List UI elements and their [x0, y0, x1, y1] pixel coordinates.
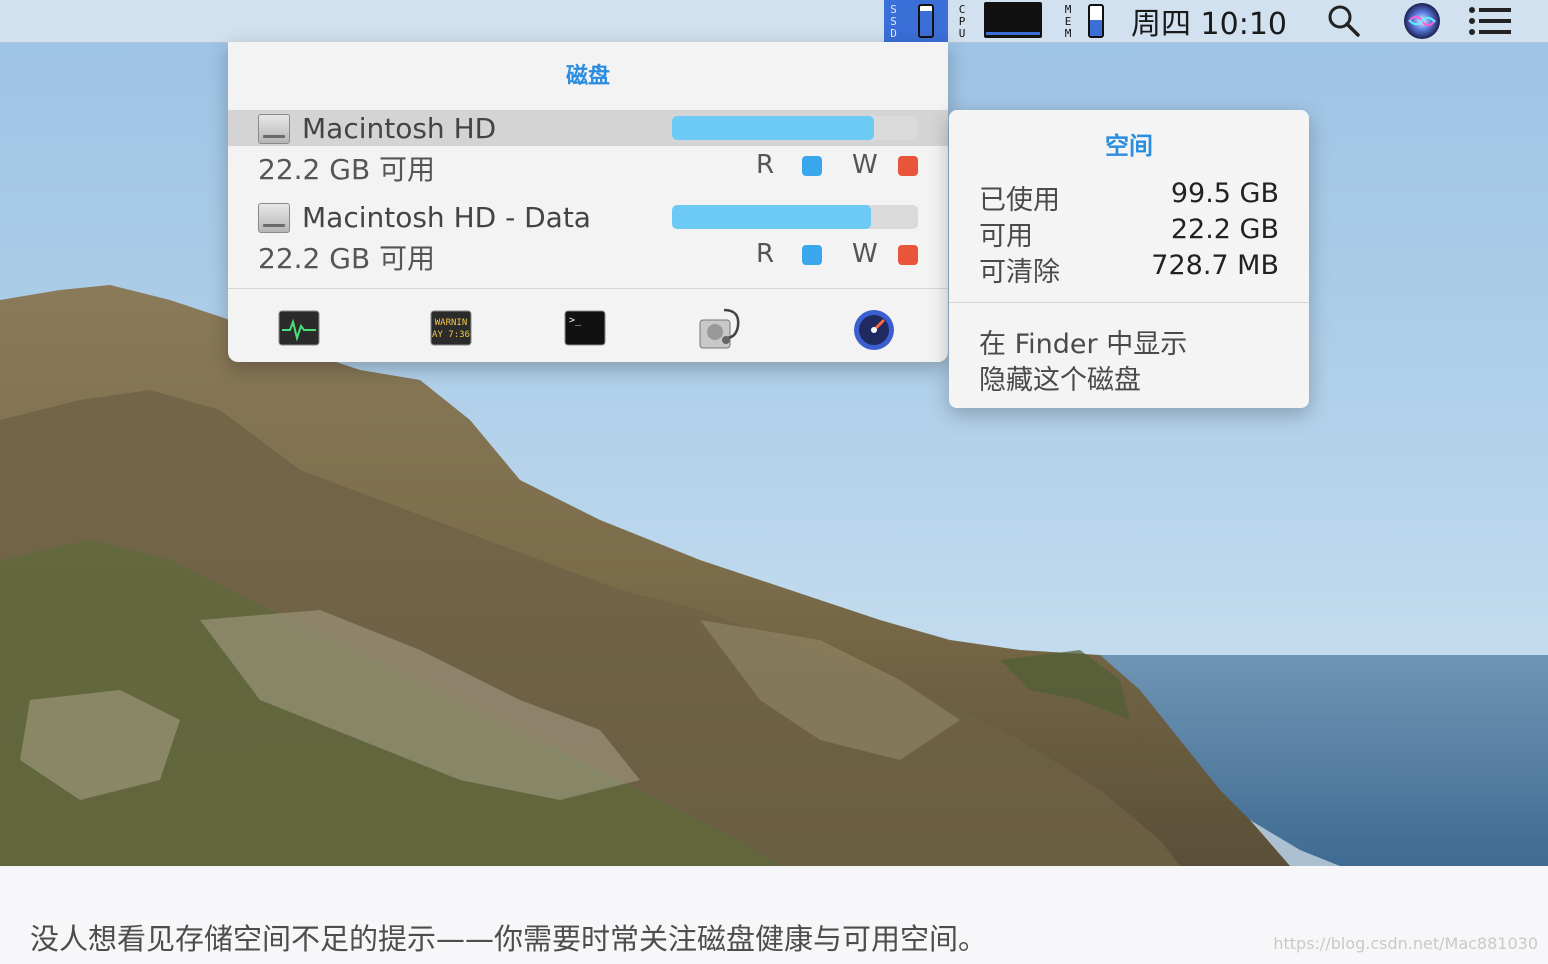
ssd-status-item[interactable]: SSD [884, 0, 948, 42]
disk-name: Macintosh HD - Data [302, 201, 591, 234]
read-label: R [756, 239, 775, 269]
submenu-title: 空间 [1105, 132, 1153, 160]
stat-label: 已使用 [979, 185, 1060, 216]
caption-text: 没人想看见存储空间不足的提示——你需要时常关注磁盘健康与可用空间。 [30, 922, 988, 956]
disk-row[interactable]: Macintosh HD - Data 22.2 GB 可用 R W [228, 199, 948, 289]
caption-area: 没人想看见存储空间不足的提示——你需要时常关注磁盘健康与可用空间。 https:… [0, 866, 1548, 964]
activity-monitor-icon[interactable] [278, 310, 320, 346]
stat-value: 728.7 MB [1151, 250, 1279, 281]
disk-free-space: 22.2 GB 可用 [258, 153, 436, 186]
disk-popover: 磁盘 Macintosh HD 22.2 GB 可用 R W Macintosh… [228, 42, 948, 362]
hide-disk-item[interactable]: 隐藏这个磁盘 [979, 358, 1141, 397]
console-icon[interactable]: WARNIN AY 7:36 [430, 310, 472, 346]
istat-menus-icon[interactable] [852, 308, 896, 352]
stat-value: 22.2 GB [1170, 214, 1279, 245]
svg-text:AY 7:36: AY 7:36 [432, 330, 470, 340]
write-indicator [898, 245, 918, 265]
panel-title: 磁盘 [565, 64, 610, 89]
notification-list-icon[interactable] [1468, 0, 1512, 42]
stat-label: 可清除 [979, 257, 1060, 288]
divider [228, 288, 948, 289]
mem-status-item[interactable]: MEM [1058, 0, 1078, 42]
stat-row: 可清除 728.7 MB [979, 250, 1279, 288]
disk-usage-bar [672, 205, 918, 229]
read-label: R [756, 150, 775, 180]
clock[interactable]: 周四 10:10 [1124, 0, 1294, 42]
cpu-graph[interactable] [984, 2, 1042, 38]
mem-label: MEM [1061, 3, 1075, 39]
siri-icon[interactable] [1400, 0, 1444, 42]
hard-drive-icon [258, 114, 290, 144]
search-icon[interactable] [1322, 0, 1366, 42]
disk-usage-bar [672, 116, 918, 140]
svg-text:>_: >_ [569, 315, 582, 326]
write-label: W [852, 239, 878, 269]
stat-row: 可用 22.2 GB [979, 214, 1279, 252]
disk-utility-icon[interactable] [696, 304, 744, 352]
disk-name: Macintosh HD [302, 112, 497, 145]
space-submenu: 空间 已使用 99.5 GB 可用 22.2 GB 可清除 728.7 MB 在… [949, 110, 1309, 408]
disk-row[interactable]: Macintosh HD 22.2 GB 可用 R W [228, 110, 948, 200]
disk-free-space: 22.2 GB 可用 [258, 242, 436, 275]
write-label: W [852, 150, 878, 180]
divider [949, 302, 1309, 303]
cpu-label: CPU [955, 3, 969, 39]
disk-usage-gauge [918, 4, 934, 38]
ssd-label: SSD [887, 3, 900, 39]
show-in-finder-item[interactable]: 在 Finder 中显示 [979, 322, 1187, 361]
stat-label: 可用 [979, 221, 1033, 252]
read-indicator [802, 245, 822, 265]
write-indicator [898, 156, 918, 176]
read-indicator [802, 156, 822, 176]
stat-value: 99.5 GB [1170, 178, 1279, 209]
memory-gauge[interactable] [1086, 0, 1108, 42]
stat-row: 已使用 99.5 GB [979, 178, 1279, 216]
hard-drive-icon [258, 203, 290, 233]
watermark: https://blog.csdn.net/Mac881030 [1273, 934, 1538, 953]
menu-bar: SSD CPU MEM 周四 10:10 [0, 0, 1548, 43]
svg-text:WARNIN: WARNIN [435, 318, 468, 328]
cpu-status-item[interactable]: CPU [952, 0, 972, 42]
terminal-icon[interactable]: >_ [564, 310, 606, 346]
